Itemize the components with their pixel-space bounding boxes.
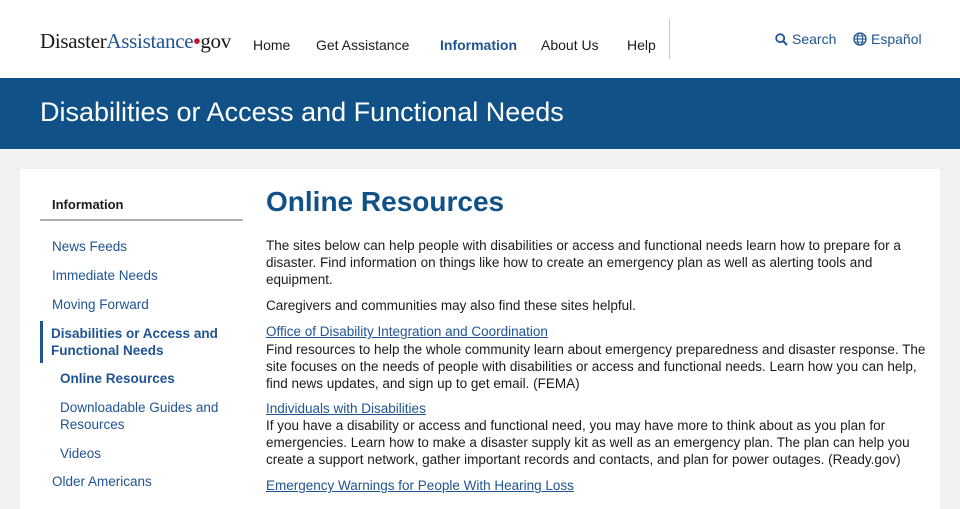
nav-divider (669, 19, 670, 59)
sidebar-item-disabilities[interactable]: Disabilities or Access and Functional Ne… (51, 325, 218, 359)
page-banner: Disabilities or Access and Functional Ne… (0, 78, 960, 149)
resource-link-individuals-disabilities[interactable]: Individuals with Disabilities (266, 401, 426, 416)
resource-link-hearing-loss[interactable]: Emergency Warnings for People With Heari… (266, 478, 574, 493)
sidebar-divider (40, 219, 243, 221)
sidebar-item-moving-forward[interactable]: Moving Forward (52, 296, 149, 313)
sidebar-subitem-downloadable-guides[interactable]: Downloadable Guides and Resources (60, 399, 218, 433)
language-label: Español (871, 31, 922, 47)
logo-part-disaster: Disaster (40, 29, 107, 53)
nav-help[interactable]: Help (627, 37, 656, 53)
sidebar-subitem-downloadable-line1: Downloadable Guides and (60, 400, 219, 415)
resource-description-individuals-disabilities: If you have a disability or access and f… (266, 418, 910, 467)
sidebar-subitem-downloadable-line2: Resources (60, 417, 125, 432)
search-label: Search (792, 31, 837, 47)
resource-description-odic: Find resources to help the whole communi… (266, 342, 926, 391)
page-title: Disabilities or Access and Functional Ne… (40, 97, 564, 127)
language-link[interactable]: Español (853, 31, 922, 47)
sidebar-subitem-online-resources[interactable]: Online Resources (60, 370, 175, 387)
sidebar-title: Information (52, 197, 124, 212)
resource-link-odic[interactable]: Office of Disability Integration and Coo… (266, 324, 548, 339)
section-title: Online Resources (266, 186, 505, 217)
globe-icon (853, 32, 867, 46)
sidebar-item-immediate-needs[interactable]: Immediate Needs (52, 267, 158, 284)
intro-paragraph: The sites below can help people with dis… (266, 238, 901, 287)
nav-information[interactable]: Information (440, 37, 517, 53)
caregivers-paragraph: Caregivers and communities may also find… (266, 298, 636, 313)
sidebar-current-indicator (40, 321, 43, 363)
site-header: DisasterAssistance•gov Home Get Assistan… (0, 0, 960, 78)
sidebar-subitem-videos[interactable]: Videos (60, 445, 101, 462)
sidebar-item-older-americans[interactable]: Older Americans (52, 473, 152, 490)
nav-about-us[interactable]: About Us (541, 37, 599, 53)
site-logo[interactable]: DisasterAssistance•gov (40, 29, 231, 54)
logo-part-assistance: Assistance (106, 29, 194, 53)
sidebar-item-disabilities-line2: Functional Needs (51, 343, 164, 358)
sidebar-item-disabilities-line1: Disabilities or Access and (51, 326, 218, 341)
sidebar-item-news-feeds[interactable]: News Feeds (52, 238, 127, 255)
nav-home[interactable]: Home (253, 37, 290, 53)
logo-part-gov: gov (200, 29, 231, 53)
nav-get-assistance[interactable]: Get Assistance (316, 37, 409, 53)
search-icon (775, 32, 788, 46)
search-link[interactable]: Search (775, 31, 836, 47)
